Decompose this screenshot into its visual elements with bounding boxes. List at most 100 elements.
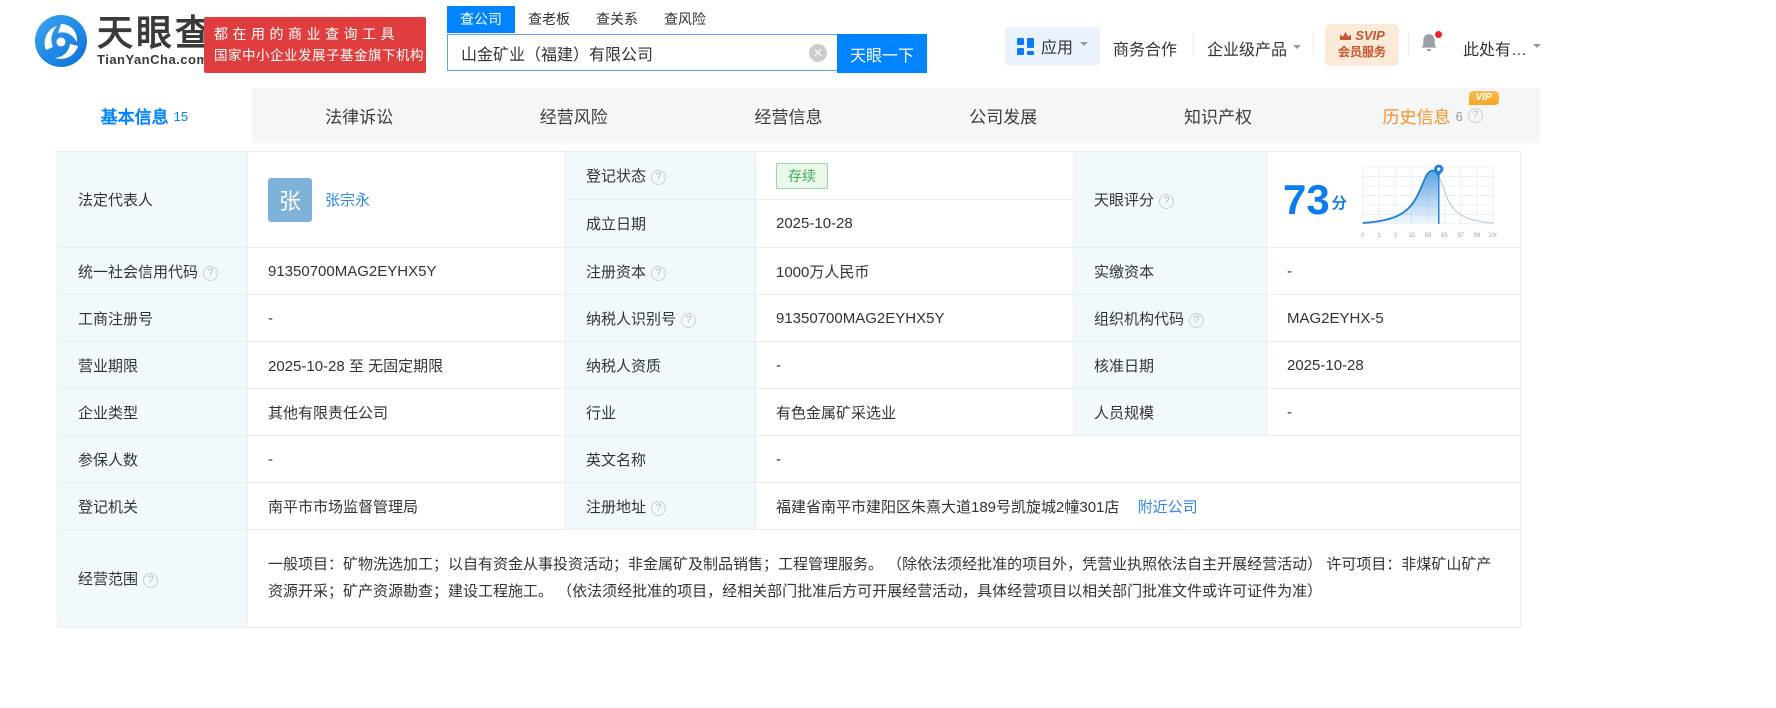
credit-code-label: 统一社会信用代码?: [57, 247, 248, 295]
taxpayer-quality-label: 纳税人资质: [565, 341, 756, 389]
biz-reg-no-label: 工商注册号: [57, 294, 248, 342]
reg-authority-value: 南平市市场监督管理局: [247, 482, 566, 530]
basic-info-table: 法定代表人 张 张宗永 登记状态? 存续 天眼评分? 73 分 0 1 3 15…: [57, 151, 1521, 628]
search-tab-risk[interactable]: 查风险: [651, 6, 719, 33]
est-date-value: 2025-10-28: [755, 199, 1074, 248]
slogan-line2: 国家中小企业发展子基金旗下机构: [214, 48, 424, 63]
help-icon[interactable]: ?: [203, 265, 219, 281]
help-icon[interactable]: ?: [681, 312, 697, 328]
org-code-label: 组织机构代码?: [1073, 294, 1267, 342]
help-icon[interactable]: ?: [651, 170, 667, 185]
help-icon[interactable]: ?: [651, 265, 667, 281]
paid-capital-value: -: [1266, 247, 1521, 295]
english-name-value: -: [755, 435, 1521, 483]
svg-text:50: 50: [1424, 232, 1431, 238]
tab-history-info[interactable]: VIP 历史信息 6 ?: [1325, 88, 1540, 143]
avatar[interactable]: 张: [268, 177, 312, 222]
svg-text:0: 0: [1361, 232, 1365, 238]
address-text: 福建省南平市建阳区朱熹大道189号凯旋城2幢301店: [776, 498, 1120, 516]
help-icon[interactable]: ?: [651, 500, 667, 516]
tab-operating-risk[interactable]: 经营风险: [466, 88, 681, 143]
score-unit: 分: [1331, 194, 1347, 212]
tab-label: 经营信息: [754, 108, 823, 127]
svg-text:15: 15: [1408, 232, 1415, 238]
crown-icon: [1340, 32, 1352, 40]
paid-capital-label: 实缴资本: [1073, 247, 1267, 295]
industry-value: 有色金属矿采选业: [755, 388, 1074, 436]
help-icon[interactable]: ?: [1159, 194, 1175, 209]
company-type-value: 其他有限责任公司: [247, 388, 566, 436]
logo-subtext: TianYanCha.com: [97, 52, 209, 67]
tab-operating-info[interactable]: 经营信息: [681, 88, 896, 143]
svg-text:100: 100: [1488, 232, 1497, 238]
tab-label: 法律诉讼: [325, 108, 394, 127]
status-badge: 存续: [776, 162, 828, 189]
logo-text: 天眼查: [97, 12, 215, 53]
search-tabs: 查公司 查老板 查关系 查风险: [447, 6, 927, 33]
reg-address-label: 注册地址?: [565, 482, 756, 530]
search-tab-company[interactable]: 查公司: [447, 6, 515, 33]
chevron-down-icon: [1533, 44, 1542, 52]
header: 天眼查 TianYanCha.com 都在用的商业查询工具 国家中小企业发展子基…: [0, 0, 1776, 88]
divider: [1193, 32, 1194, 56]
svg-text:97: 97: [1457, 232, 1464, 238]
approval-date-value: 2025-10-28: [1266, 341, 1521, 389]
curve-active: [1362, 169, 1439, 224]
search-area: 查公司 查老板 查关系 查风险 ✕ 天眼一下: [447, 6, 927, 73]
svg-text:99: 99: [1473, 232, 1480, 238]
slogan-line1: 都在用的商业查询工具: [214, 26, 399, 42]
tab-label: 经营风险: [539, 108, 608, 127]
industry-label: 行业: [565, 388, 756, 436]
help-icon[interactable]: ?: [143, 573, 159, 588]
divider: [1097, 32, 1098, 56]
biz-scope-label: 经营范围?: [57, 529, 248, 628]
svg-text:85: 85: [1441, 232, 1448, 238]
user-name: 此处有…: [1463, 42, 1528, 59]
staff-size-value: -: [1266, 388, 1521, 436]
est-date-label: 成立日期: [565, 199, 756, 248]
tianyan-score: 73 分 0 1 3 15 50 85 97 99 10: [1283, 156, 1508, 244]
clear-icon[interactable]: ✕: [809, 44, 827, 62]
tianyancha-logo[interactable]: 天眼查 TianYanCha.com: [35, 14, 214, 67]
svg-text:3: 3: [1393, 232, 1397, 238]
org-code-value: MAG2EYHX-5: [1266, 294, 1521, 342]
apps-menu-button[interactable]: 应用: [1005, 27, 1101, 65]
help-icon[interactable]: ?: [1189, 312, 1205, 328]
approval-date-label: 核准日期: [1073, 341, 1267, 389]
reg-status-value: 存续: [755, 151, 1074, 200]
reg-capital-value: 1000万人民币: [755, 247, 1074, 295]
search-tab-relation[interactable]: 查关系: [583, 6, 651, 33]
user-menu[interactable]: 此处有…: [1463, 36, 1542, 60]
nav-enterprise-products[interactable]: 企业级产品: [1207, 36, 1302, 60]
biz-term-label: 营业期限: [57, 341, 248, 389]
tab-intellectual-property[interactable]: 知识产权: [1111, 88, 1326, 143]
reg-authority-label: 登记机关: [57, 482, 248, 530]
help-icon[interactable]: ?: [1467, 108, 1483, 123]
score-label: 天眼评分?: [1073, 151, 1267, 248]
enterprise-products-label: 企业级产品: [1207, 42, 1288, 59]
score-number: 73: [1283, 175, 1330, 223]
search-input[interactable]: [447, 34, 837, 71]
tab-count: 15: [173, 109, 189, 124]
search-button[interactable]: 天眼一下: [837, 34, 927, 73]
biz-term-value: 2025-10-28 至 无固定期限: [247, 341, 566, 389]
score-distribution-chart: 0 1 3 15 50 85 97 99 100: [1361, 164, 1497, 238]
tab-company-development[interactable]: 公司发展: [896, 88, 1111, 143]
search-tab-boss[interactable]: 查老板: [515, 6, 583, 33]
legal-rep-link[interactable]: 张宗永: [325, 189, 370, 210]
tab-legal-proceedings[interactable]: 法律诉讼: [252, 88, 467, 143]
tab-basic-info[interactable]: 基本信息 15: [37, 88, 252, 143]
reg-address-value: 福建省南平市建阳区朱熹大道189号凯旋城2幢301店 附近公司: [755, 482, 1521, 530]
chart-axis-labels: 0 1 3 15 50 85 97 99 100: [1361, 232, 1497, 238]
notification-bell-icon[interactable]: [1418, 30, 1443, 56]
staff-size-label: 人员规模: [1073, 388, 1267, 436]
tab-label: 公司发展: [969, 108, 1038, 127]
nearby-companies-link[interactable]: 附近公司: [1138, 499, 1198, 516]
biz-scope-value: 一般项目：矿物洗选加工；以自有资金从事投资活动；非金属矿及制品销售；工程管理服务…: [247, 529, 1521, 628]
svip-label: SVIP: [1355, 28, 1385, 43]
nav-business-cooperation[interactable]: 商务合作: [1113, 36, 1177, 60]
reg-status-label: 登记状态?: [565, 151, 756, 200]
svip-member-button[interactable]: SVIP 会员服务: [1325, 24, 1399, 66]
taxpayer-id-label: 纳税人识别号?: [565, 294, 756, 342]
brand-slogan: 都在用的商业查询工具 国家中小企业发展子基金旗下机构: [204, 17, 426, 73]
